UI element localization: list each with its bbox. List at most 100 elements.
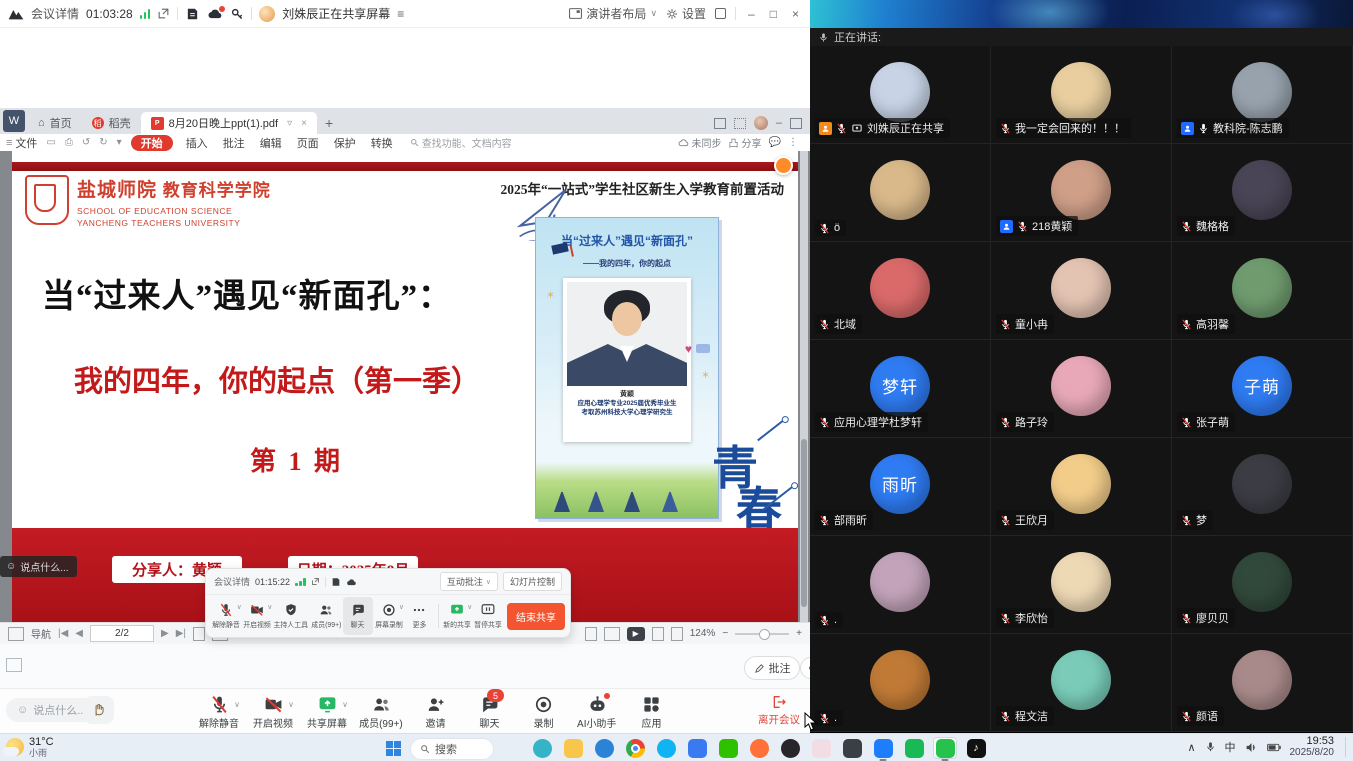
participant-tile[interactable]: 程文洁 [991,634,1172,732]
next-page-button[interactable]: ▶ [161,628,169,639]
participant-tile[interactable]: 颜语 [1172,634,1353,732]
share-toolbar-record-button[interactable]: ∨屏幕录制 [373,597,404,635]
leave-meeting-button[interactable]: 离开会议 [758,694,800,727]
participant-tile[interactable]: 梦轩 应用心理学杜梦轩 [810,340,991,438]
tray-chevron-icon[interactable]: ∧ [1187,741,1195,754]
scrollbar-thumb[interactable] [801,439,807,607]
cloud-sync-status[interactable]: 未同步 [678,135,722,150]
undo-icon[interactable]: ↺ [82,137,90,148]
encryption-icon[interactable] [230,7,244,21]
maximize-button[interactable]: □ [767,7,780,21]
wps-menu-7[interactable]: 转换 [369,135,395,151]
chevron-down-icon[interactable]: ∨ [288,700,294,709]
wps-restore-icon[interactable] [790,118,802,129]
zoom-slider[interactable] [735,633,789,635]
wps-search[interactable]: 查找功能、文档内容 [410,135,512,150]
participant-tile[interactable]: 路子玲 [991,340,1172,438]
taskbar-clock[interactable]: 19:53 2025/8/20 [1290,736,1335,758]
wps-menu-1[interactable]: 开始 [131,135,173,151]
pin-tab-icon[interactable]: ▿ [287,118,292,129]
toolbar-apps-button[interactable]: 应用 [624,692,678,731]
taskbar-app-tiktok[interactable]: ♪ [964,737,988,759]
wps-assistant-badge[interactable] [774,156,793,175]
input-method-indicator[interactable]: 中 [1225,739,1236,755]
taskbar-app-file-explorer[interactable] [561,737,585,759]
scrollbar[interactable] [800,151,808,622]
more-tools-icon[interactable]: ▾ [117,137,122,148]
print-icon[interactable]: ⎙ [65,137,73,148]
wps-docer-tab[interactable]: 稻稻壳 [82,112,141,134]
participant-tile[interactable]: . [810,634,991,732]
taskbar-app-wechat[interactable] [716,737,740,759]
wps-home-tab[interactable]: ⌂ 首页 [28,112,82,134]
taskbar-app-game-ball[interactable] [778,737,802,759]
wps-account-avatar[interactable] [754,116,768,130]
zoom-out-button[interactable]: − [722,628,728,639]
tray-mic-icon[interactable] [1205,741,1216,753]
chat-overlay-bubble[interactable]: ☺ 说点什么... [0,556,77,577]
share-toolbar-chat-button[interactable]: 聊天 [343,597,374,635]
settings-button[interactable]: 设置 [666,5,706,22]
participant-tile[interactable]: 童小冉 [991,242,1172,340]
minimize-button[interactable]: – [745,7,758,21]
start-button[interactable] [386,741,401,756]
close-tab-icon[interactable]: × [301,118,307,129]
participant-tile[interactable]: 我一定会回来的！！！ [991,46,1172,144]
annotate-button[interactable]: 批注 [744,656,800,680]
participant-tile[interactable]: 魏格格 [1172,144,1353,242]
taskbar-app-anime-app[interactable] [809,737,833,759]
single-page-icon[interactable] [193,627,205,641]
participant-tile[interactable]: 子萌 张子萌 [1172,340,1353,438]
wps-document-tab[interactable]: P 8月20日晚上ppt(1).pdf ▿ × [141,112,317,134]
page-indicator[interactable]: 2/2 [90,625,154,642]
share-button[interactable]: 凸分享 [729,135,762,150]
embedded-minutes-icon[interactable] [331,577,341,587]
wps-menu-2[interactable]: 插入 [184,135,210,151]
participant-tile[interactable]: 刘姝辰正在共享 [810,46,991,144]
wps-logo-icon[interactable]: W [3,110,25,132]
fullscreen-icon[interactable] [715,8,726,19]
embedded-popout-icon[interactable] [311,577,320,586]
prev-page-button[interactable]: ◀ [75,628,83,639]
participant-tile[interactable]: 北域 [810,242,991,340]
toolbar-cam-muted-button[interactable]: ∨开启视频 [246,692,300,731]
taskbar-app-qq[interactable] [654,737,678,759]
toolbar-record-button[interactable]: 录制 [516,692,570,731]
redo-icon[interactable]: ↻ [99,137,107,148]
whiteboard-icon[interactable] [6,658,22,672]
slide-control-pill[interactable]: 幻灯片控制 [503,572,562,591]
taskbar-app-tencent-meeting[interactable] [871,737,895,759]
page-view-icon[interactable] [585,627,597,641]
share-toolbar-more-button[interactable]: 更多 [404,597,435,635]
interactive-annotation-pill[interactable]: 互动批注∨ [440,572,498,591]
taskbar-app-blue-app[interactable] [685,737,709,759]
zoom-level[interactable]: 124% [690,628,716,639]
taskbar-app-meeting-window[interactable] [933,737,957,759]
weather-widget[interactable]: 31°C 小雨 [6,736,54,758]
end-share-button[interactable]: 结束共享 [507,603,565,630]
battery-icon[interactable] [1267,743,1281,752]
participant-tile[interactable]: . [810,536,991,634]
meeting-detail-label[interactable]: 会议详情 [31,5,79,22]
participant-tile[interactable]: ö [810,144,991,242]
comment-icon[interactable]: 💬 [769,137,781,148]
fit-window-icon[interactable] [671,627,683,641]
participant-tile[interactable]: 廖贝贝 [1172,536,1353,634]
wps-minimize-icon[interactable]: – [776,117,782,129]
share-toolbar-members-button[interactable]: 成员(99+) [310,597,343,635]
taskbar-search[interactable]: 搜索 [410,738,494,760]
participant-tile[interactable]: 218黄颖 [991,144,1172,242]
fit-width-icon[interactable] [652,627,664,641]
toolbar-ai-button[interactable]: AI小助手 [570,692,624,731]
last-page-button[interactable]: ▶| [176,628,186,639]
close-button[interactable]: × [789,7,802,21]
share-toolbar-pause-share-button[interactable]: 暂停共享 [472,597,503,635]
wps-window-icon[interactable] [714,118,726,129]
meeting-minutes-icon[interactable] [185,7,200,21]
participant-tile[interactable]: 李欣怡 [991,536,1172,634]
navigation-label[interactable]: 导航 [31,626,51,641]
taskbar-app-chrome-browser[interactable] [623,737,647,759]
clap-button[interactable] [84,696,114,724]
participant-tile[interactable]: 王欣月 [991,438,1172,536]
save-icon[interactable]: ▭ [46,137,55,148]
